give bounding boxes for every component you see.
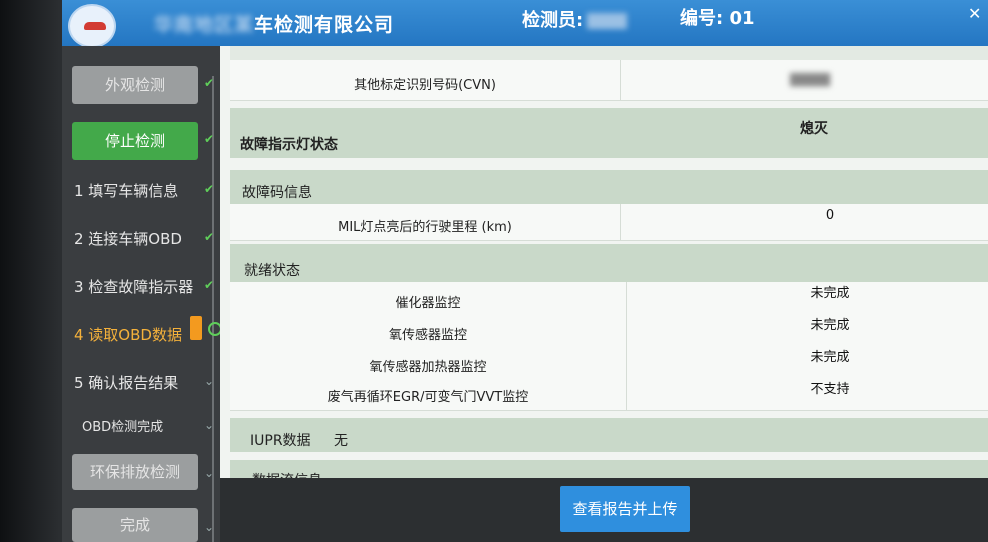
table-row: 氧传感器监控 未完成 <box>230 314 988 347</box>
step-fill-vehicle-info[interactable]: 1 填写车辆信息 <box>74 180 178 201</box>
screen: 华南地区某车检测有限公司 检测员: 编号: 01 ✕ 外观检测 ✔ 停止检测 ✔… <box>62 0 988 542</box>
obd-check-complete-label: OBD检测完成 <box>82 420 164 435</box>
table-row: 催化器监控 未完成 <box>230 282 988 315</box>
monitor-status: 未完成 <box>810 286 850 301</box>
chevron-down-icon: ⌄ <box>204 374 215 388</box>
monitor-name: 废气再循环EGR/可变气门VVT监控 <box>327 390 529 405</box>
check-icon: ✔ <box>204 76 215 90</box>
iupr-label: IUPR数据 <box>250 433 311 449</box>
station-number: 编号: 01 <box>680 8 755 29</box>
mil-mileage-value: 0 <box>825 208 835 223</box>
chevron-down-icon: ⌄ <box>204 520 215 534</box>
check-icon: ✔ <box>204 278 215 292</box>
chevron-down-icon: ⌄ <box>204 418 215 432</box>
report-content: 其他标定识别号码(CVN) ▇▇▇▇ 故障指示灯状态 熄灭 故障码信息 MIL灯… <box>220 46 988 542</box>
app-header: 华南地区某车检测有限公司 检测员: 编号: 01 ✕ <box>62 0 988 48</box>
dtc-info-label: 故障码信息 <box>242 185 312 201</box>
check-icon: ✔ <box>204 132 215 146</box>
company-name: 华南地区某车检测有限公司 <box>154 10 394 37</box>
step-confirm-report[interactable]: 5 确认报告结果 <box>74 372 178 393</box>
step-connect-obd[interactable]: 2 连接车辆OBD <box>74 228 182 249</box>
monitor-name: 氧传感器加热器监控 <box>369 360 487 375</box>
iupr-section: IUPR数据 无 <box>230 418 988 452</box>
appearance-check-button[interactable]: 外观检测 <box>72 66 198 104</box>
step-read-obd-data[interactable]: 4 读取OBD数据 <box>74 324 182 345</box>
column-divider <box>626 378 627 410</box>
readiness-label: 就绪状态 <box>244 263 300 279</box>
monitor-name: 催化器监控 <box>395 296 461 311</box>
readiness-section: 就绪状态 <box>230 244 988 282</box>
cvn-value-blurred: ▇▇▇▇ <box>790 72 830 87</box>
mil-mileage-label: MIL灯点亮后的行驶里程 (km) <box>338 220 512 235</box>
mil-status-value: 熄灭 <box>800 121 828 137</box>
check-icon: ✔ <box>204 182 215 196</box>
column-divider <box>620 60 621 100</box>
stop-check-button[interactable]: 停止检测 <box>72 122 198 160</box>
column-divider <box>626 314 627 346</box>
emission-check-button[interactable]: 环保排放检测 <box>72 454 198 490</box>
inspector-label: 检测员: <box>522 10 584 31</box>
partial-row <box>230 46 988 60</box>
inspector-field: 检测员: <box>522 6 628 32</box>
car-icon <box>84 22 106 30</box>
monitor-name: 氧传感器监控 <box>388 328 467 343</box>
company-name-blurred: 华南地区某 <box>154 14 255 36</box>
view-report-upload-button[interactable]: 查看报告并上传 <box>560 486 690 532</box>
cvn-label: 其他标定识别号码(CVN) <box>354 78 496 93</box>
device-phone-icon <box>190 316 202 340</box>
table-row: 氧传感器加热器监控 未完成 <box>230 346 988 379</box>
app-logo <box>68 4 116 48</box>
inspector-name-blurred <box>587 13 628 29</box>
column-divider <box>626 282 627 314</box>
iupr-value: 无 <box>334 433 348 449</box>
monitor-status: 不支持 <box>810 382 850 397</box>
cvn-row: 其他标定识别号码(CVN) ▇▇▇▇ <box>230 60 988 101</box>
finish-button[interactable]: 完成 <box>72 508 198 542</box>
check-icon: ✔ <box>204 230 215 244</box>
mil-status-label: 故障指示灯状态 <box>240 137 338 153</box>
step-check-mil[interactable]: 3 检查故障指示器 <box>74 276 193 297</box>
dtc-info-section: 故障码信息 <box>230 170 988 204</box>
sidebar: 外观检测 ✔ 停止检测 ✔ 1 填写车辆信息 ✔ 2 连接车辆OBD ✔ 3 检… <box>62 46 222 542</box>
footer-bar: 查看报告并上传 <box>220 478 988 542</box>
mil-mileage-row: MIL灯点亮后的行驶里程 (km) 0 <box>230 204 988 241</box>
company-name-suffix: 车检测有限公司 <box>254 14 395 36</box>
monitor-status: 未完成 <box>810 350 850 365</box>
close-icon[interactable]: ✕ <box>968 4 988 24</box>
table-row: 废气再循环EGR/可变气门VVT监控 不支持 <box>230 378 988 411</box>
monitor-status: 未完成 <box>810 318 850 333</box>
column-divider <box>620 204 621 240</box>
chevron-down-icon: ⌄ <box>204 466 215 480</box>
column-divider <box>626 346 627 378</box>
mil-status-section: 故障指示灯状态 熄灭 <box>230 108 988 158</box>
